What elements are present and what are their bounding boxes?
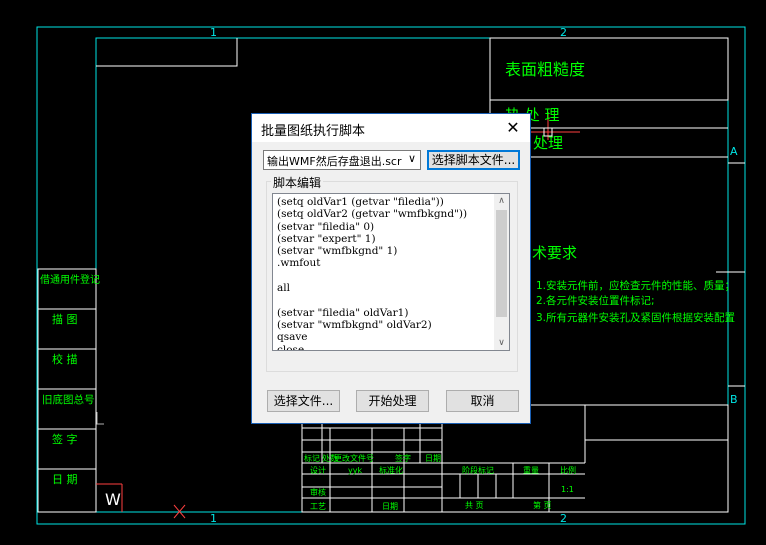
left-label-check: 校 描 [52, 352, 78, 366]
cancel-button[interactable]: 取消 [446, 390, 519, 412]
zone-col-1-top: 1 [210, 26, 217, 39]
code-box [96, 38, 238, 67]
left-label-signature: 签 字 [52, 432, 78, 446]
script-editor[interactable]: (setq oldVar1 (getvar "filedia")) (setq … [272, 193, 510, 351]
script-text[interactable]: (setq oldVar1 (getvar "filedia")) (setq … [277, 196, 489, 350]
zone-col-1-bottom: 1 [210, 512, 217, 525]
ucs-icon [96, 412, 104, 425]
tech-req-title: 术要求 [532, 244, 577, 262]
tb-standardization: 标准化 [379, 465, 403, 475]
zone-col-2-top: 2 [560, 26, 567, 39]
batch-script-dialog: 批量图纸执行脚本 ✕ 输出WMF然后存盘退出.scr ∨ 选择脚本文件... 脚… [251, 113, 531, 424]
tb-designer: yyk [348, 466, 362, 475]
tb-change-doc: 更改文件号 [334, 453, 374, 463]
zone-row-a: A [730, 145, 738, 158]
w-marker: W [105, 490, 121, 509]
tech-req-line-2: 2.各元件安装位置件标记; [536, 294, 655, 307]
tech-req-line-3: 3.所有元器件安装孔及紧固件根据安装配置 [536, 311, 735, 324]
dialog-titlebar[interactable]: 批量图纸执行脚本 ✕ [252, 114, 530, 142]
start-process-button[interactable]: 开始处理 [356, 390, 429, 412]
left-label-tracing: 描 图 [52, 312, 78, 326]
roughness-title: 表面粗糙度 [505, 60, 585, 79]
tb-design: 设计 [310, 465, 326, 475]
zone-row-b: B [730, 393, 738, 406]
choose-files-button[interactable]: 选择文件... [267, 390, 340, 412]
scroll-down-icon[interactable]: ∨ [494, 336, 509, 350]
dialog-title: 批量图纸执行脚本 [261, 124, 366, 139]
left-label-date: 日 期 [52, 473, 78, 486]
tb-page-no: 第 页 [533, 500, 552, 510]
tb-sign: 签字 [395, 453, 411, 463]
left-label-register: 借通用件登记 [40, 273, 100, 286]
tb-date: 日期 [382, 502, 398, 511]
choose-script-button[interactable]: 选择脚本文件... [427, 150, 520, 170]
zone-col-2-bottom: 2 [560, 512, 567, 525]
tb-total-pages: 共 页 [465, 501, 484, 510]
surface-treatment-label: 处理 [533, 134, 563, 152]
chevron-down-icon: ∨ [407, 152, 416, 165]
scroll-thumb[interactable] [496, 210, 507, 317]
script-select[interactable]: 输出WMF然后存盘退出.scr ∨ [263, 150, 421, 170]
tb-process: 工艺 [310, 502, 326, 511]
scroll-up-icon[interactable]: ∧ [494, 194, 509, 208]
tb-mark: 标记 [304, 453, 320, 463]
tb-stage-mark: 阶段标记 [462, 465, 494, 475]
script-select-value: 输出WMF然后存盘退出.scr [267, 155, 402, 168]
editor-scrollbar[interactable]: ∧ ∨ [494, 194, 509, 350]
tb-scale: 比例 [560, 465, 576, 475]
left-label-old-drawing: 旧底图总号 [42, 393, 95, 406]
tb-date-col: 日期 [425, 454, 441, 463]
tb-scale-value: 1:1 [561, 485, 574, 494]
tech-req-line-1: 1.安装元件前，应检查元件的性能、质量； [536, 279, 735, 292]
close-icon[interactable]: ✕ [502, 117, 524, 139]
tb-review: 审核 [310, 487, 326, 497]
tb-weight: 重量 [523, 465, 539, 475]
script-edit-label: 脚本编辑 [271, 174, 324, 191]
